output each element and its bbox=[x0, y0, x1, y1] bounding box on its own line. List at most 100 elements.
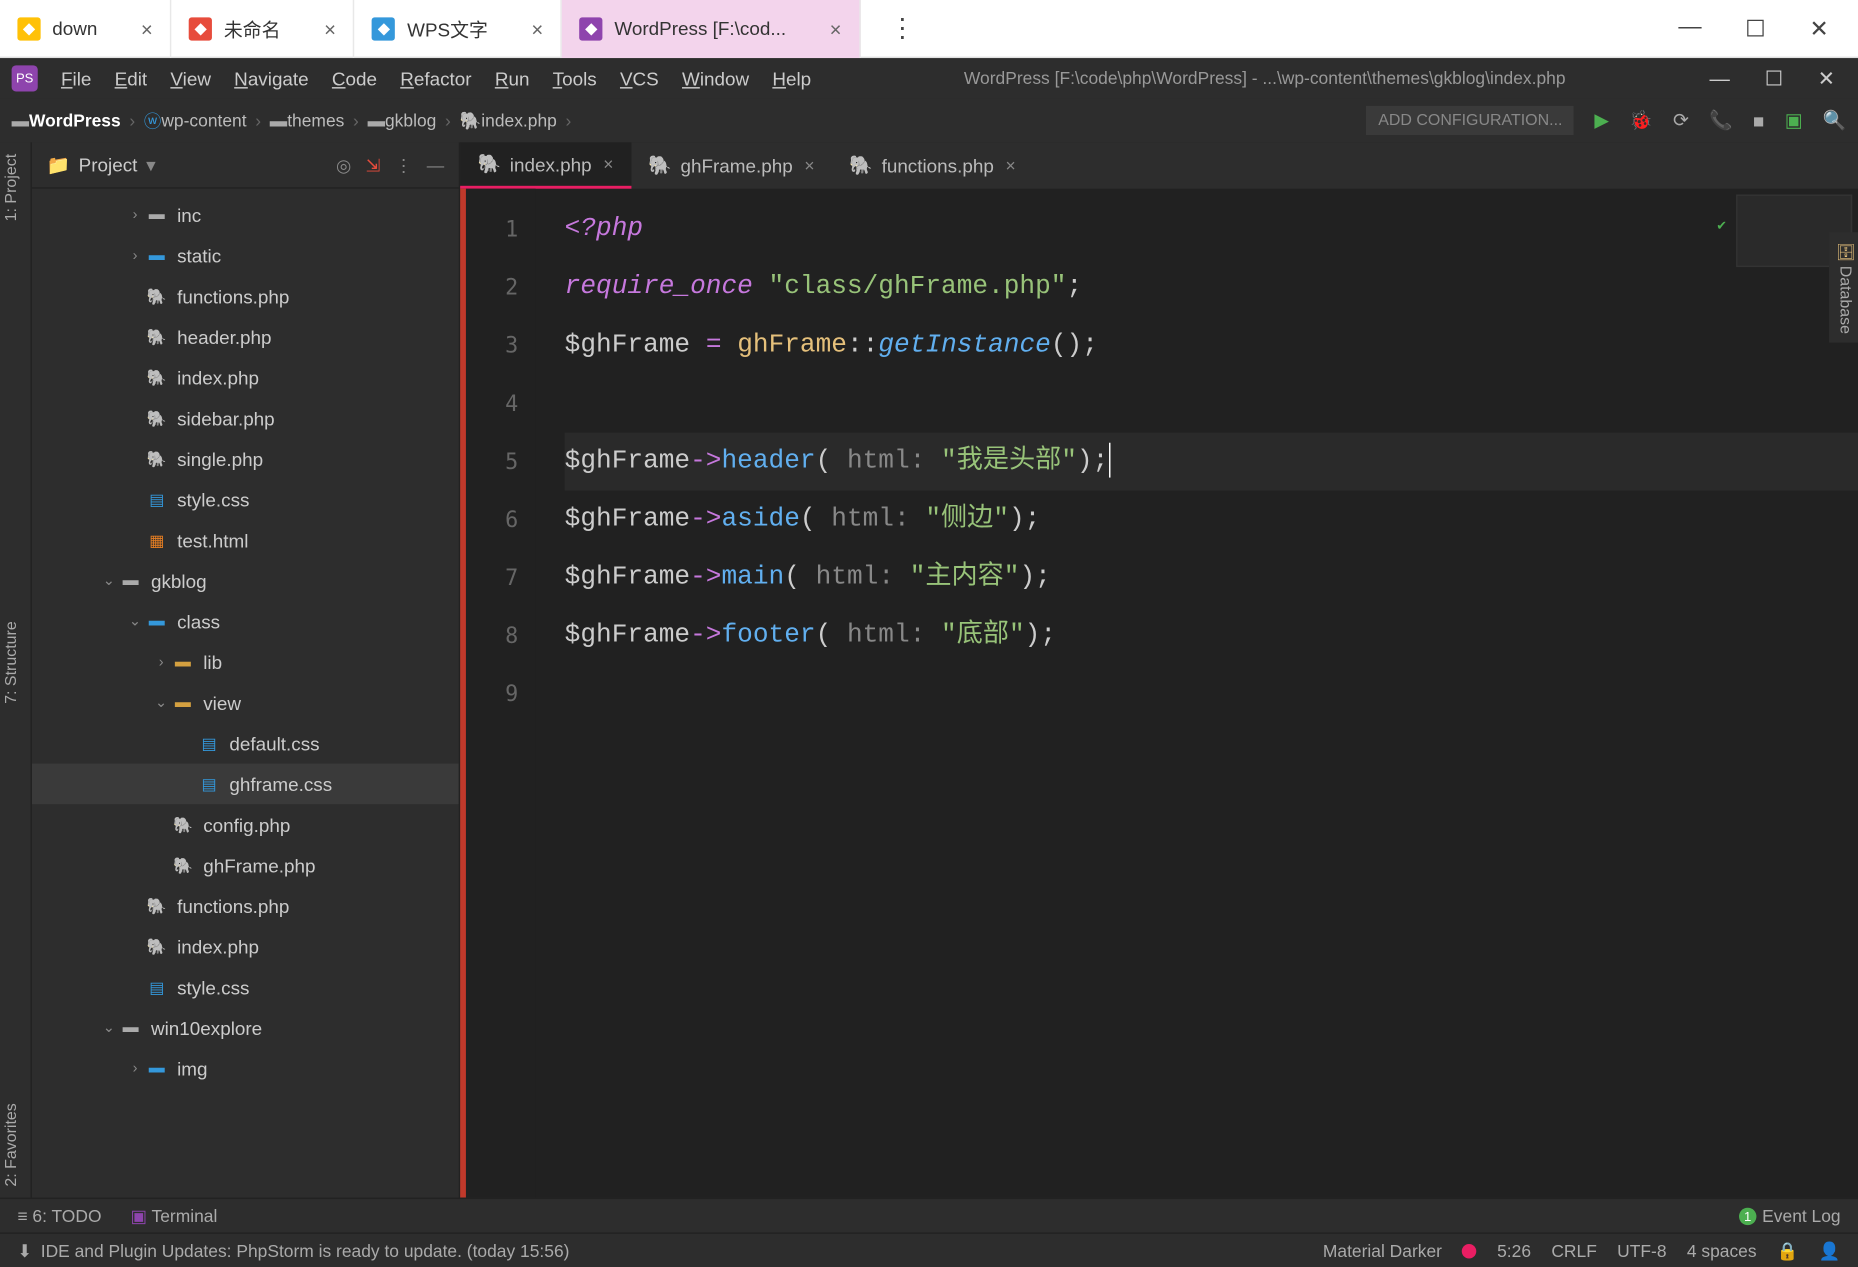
menu-item[interactable]: File bbox=[52, 62, 100, 95]
run-config-icon[interactable]: ▣ bbox=[1785, 109, 1803, 132]
more-icon[interactable]: ⋮ bbox=[395, 155, 412, 175]
tree-node[interactable]: ›▬lib bbox=[32, 642, 459, 683]
tool-strip-item[interactable]: 1: Project bbox=[0, 142, 30, 233]
tool-strip-item[interactable]: 2: Favorites bbox=[0, 1091, 30, 1198]
encoding[interactable]: UTF-8 bbox=[1617, 1240, 1666, 1260]
os-tab[interactable]: ◆down× bbox=[0, 0, 172, 57]
line-separator[interactable]: CRLF bbox=[1551, 1240, 1596, 1260]
menu-item[interactable]: Code bbox=[323, 62, 386, 95]
tree-node[interactable]: ▤style.css bbox=[32, 967, 459, 1008]
target-icon[interactable]: ◎ bbox=[336, 155, 351, 175]
hide-icon[interactable]: — bbox=[427, 155, 444, 175]
tree-node[interactable]: ›▬static bbox=[32, 235, 459, 276]
run-icon[interactable]: ▶ bbox=[1594, 109, 1609, 132]
coverage-icon[interactable]: ⟳ bbox=[1673, 109, 1689, 132]
close-icon[interactable]: × bbox=[324, 17, 336, 40]
tree-node[interactable]: ›▬inc bbox=[32, 195, 459, 236]
tree-node[interactable]: 🐘ghFrame.php bbox=[32, 845, 459, 886]
project-panel-header[interactable]: 📁 Project ▾ ◎ ⇲ ⋮ — bbox=[32, 142, 459, 188]
ide-minimize-icon[interactable]: — bbox=[1710, 66, 1730, 91]
os-tab[interactable]: ◆WPS文字× bbox=[355, 0, 562, 57]
tree-node[interactable]: 🐘header.php bbox=[32, 316, 459, 357]
tree-node[interactable]: 🐘index.php bbox=[32, 926, 459, 967]
tree-node[interactable]: 🐘single.php bbox=[32, 438, 459, 479]
search-icon[interactable]: 🔍 bbox=[1823, 109, 1846, 132]
menu-item[interactable]: Refactor bbox=[392, 62, 481, 95]
ide-close-icon[interactable]: ✕ bbox=[1818, 66, 1835, 91]
line-number[interactable]: 5 bbox=[466, 433, 518, 491]
line-number[interactable]: 3 bbox=[466, 316, 518, 374]
hector-icon[interactable]: 👤 bbox=[1819, 1240, 1841, 1260]
tree-arrow-icon[interactable]: › bbox=[125, 247, 145, 263]
menu-item[interactable]: Run bbox=[486, 62, 538, 95]
profile-icon[interactable]: 📞 bbox=[1709, 109, 1732, 132]
os-tab[interactable]: ◆未命名× bbox=[172, 0, 355, 57]
breadcrumb[interactable]: ▬ WordPress › ⓦ wp-content › ▬ themes › … bbox=[12, 108, 580, 133]
os-more-icon[interactable]: ⋮ bbox=[889, 13, 915, 43]
tree-arrow-icon[interactable]: ⌄ bbox=[99, 573, 119, 589]
crumb-label[interactable]: themes bbox=[287, 110, 344, 130]
project-tree[interactable]: ›▬inc›▬static🐘functions.php🐘header.php🐘i… bbox=[32, 189, 459, 1198]
close-icon[interactable]: × bbox=[804, 155, 814, 175]
indent[interactable]: 4 spaces bbox=[1687, 1240, 1757, 1260]
ide-maximize-icon[interactable]: ☐ bbox=[1765, 66, 1783, 91]
os-tab[interactable]: ◆WordPress [F:\cod...× bbox=[562, 0, 860, 57]
menu-item[interactable]: Window bbox=[673, 62, 758, 95]
line-number[interactable]: 2 bbox=[466, 258, 518, 316]
tree-node[interactable]: ⌄▬class bbox=[32, 601, 459, 642]
add-configuration-button[interactable]: ADD CONFIGURATION... bbox=[1367, 106, 1574, 135]
tree-arrow-icon[interactable]: ⌄ bbox=[151, 695, 171, 711]
tree-arrow-icon[interactable]: › bbox=[151, 654, 171, 670]
tree-node[interactable]: 🐘sidebar.php bbox=[32, 398, 459, 439]
tree-arrow-icon[interactable]: ⌄ bbox=[99, 1020, 119, 1036]
os-minimize-icon[interactable]: — bbox=[1678, 14, 1701, 43]
caret-position[interactable]: 5:26 bbox=[1497, 1240, 1531, 1260]
crumb-label[interactable]: wp-content bbox=[161, 110, 246, 130]
terminal-tool[interactable]: ▣ Terminal bbox=[131, 1206, 218, 1226]
tree-node[interactable]: ›▬img bbox=[32, 1048, 459, 1089]
close-icon[interactable]: × bbox=[830, 17, 842, 40]
tree-node[interactable]: ⌄▬win10explore bbox=[32, 1007, 459, 1048]
lock-icon[interactable]: 🔒 bbox=[1777, 1240, 1799, 1260]
crumb-label[interactable]: WordPress bbox=[29, 110, 121, 130]
line-number[interactable]: 8 bbox=[466, 607, 518, 665]
tree-arrow-icon[interactable]: › bbox=[125, 207, 145, 223]
tree-node[interactable]: ▤ghframe.css bbox=[32, 764, 459, 805]
event-log-tool[interactable]: 1 Event Log bbox=[1739, 1206, 1841, 1226]
line-number[interactable]: 6 bbox=[466, 491, 518, 549]
tree-node[interactable]: 🐘functions.php bbox=[32, 276, 459, 317]
code-area[interactable]: <?php require_once "class/ghFrame.php"; … bbox=[536, 189, 1858, 1198]
close-icon[interactable]: × bbox=[531, 17, 543, 40]
tree-node[interactable]: 🐘index.php bbox=[32, 357, 459, 398]
editor-tab[interactable]: 🐘ghFrame.php× bbox=[631, 142, 832, 188]
tree-node[interactable]: 🐘functions.php bbox=[32, 885, 459, 926]
menu-item[interactable]: Help bbox=[764, 62, 820, 95]
tree-arrow-icon[interactable]: › bbox=[125, 1060, 145, 1076]
tree-node[interactable]: ⌄▬gkblog bbox=[32, 560, 459, 601]
menu-item[interactable]: View bbox=[162, 62, 220, 95]
stop-icon[interactable]: ■ bbox=[1753, 110, 1764, 132]
tree-node[interactable]: ▦test.html bbox=[32, 520, 459, 561]
tool-strip-item[interactable]: 7: Structure bbox=[0, 609, 30, 715]
tree-node[interactable]: ▤default.css bbox=[32, 723, 459, 764]
todo-tool[interactable]: ≡ 6: TODO bbox=[17, 1206, 101, 1226]
crumb-label[interactable]: index.php bbox=[481, 110, 557, 130]
close-icon[interactable]: × bbox=[603, 154, 613, 174]
tree-node[interactable]: 🐘config.php bbox=[32, 804, 459, 845]
line-number[interactable]: 1 bbox=[466, 200, 518, 258]
close-icon[interactable]: × bbox=[1005, 155, 1015, 175]
close-icon[interactable]: × bbox=[141, 17, 153, 40]
menu-item[interactable]: Navigate bbox=[225, 62, 317, 95]
os-maximize-icon[interactable]: ☐ bbox=[1745, 14, 1766, 43]
tree-arrow-icon[interactable]: ⌄ bbox=[125, 613, 145, 629]
theme-label[interactable]: Material Darker bbox=[1323, 1240, 1442, 1260]
menu-item[interactable]: Tools bbox=[544, 62, 605, 95]
menu-item[interactable]: Edit bbox=[106, 62, 156, 95]
crumb-label[interactable]: gkblog bbox=[385, 110, 436, 130]
editor-tab[interactable]: 🐘functions.php× bbox=[832, 142, 1033, 188]
line-number[interactable]: 4 bbox=[466, 375, 518, 433]
line-number[interactable]: 7 bbox=[466, 549, 518, 607]
os-close-icon[interactable]: ✕ bbox=[1810, 14, 1829, 43]
tree-node[interactable]: ▤style.css bbox=[32, 479, 459, 520]
menu-item[interactable]: VCS bbox=[611, 62, 667, 95]
